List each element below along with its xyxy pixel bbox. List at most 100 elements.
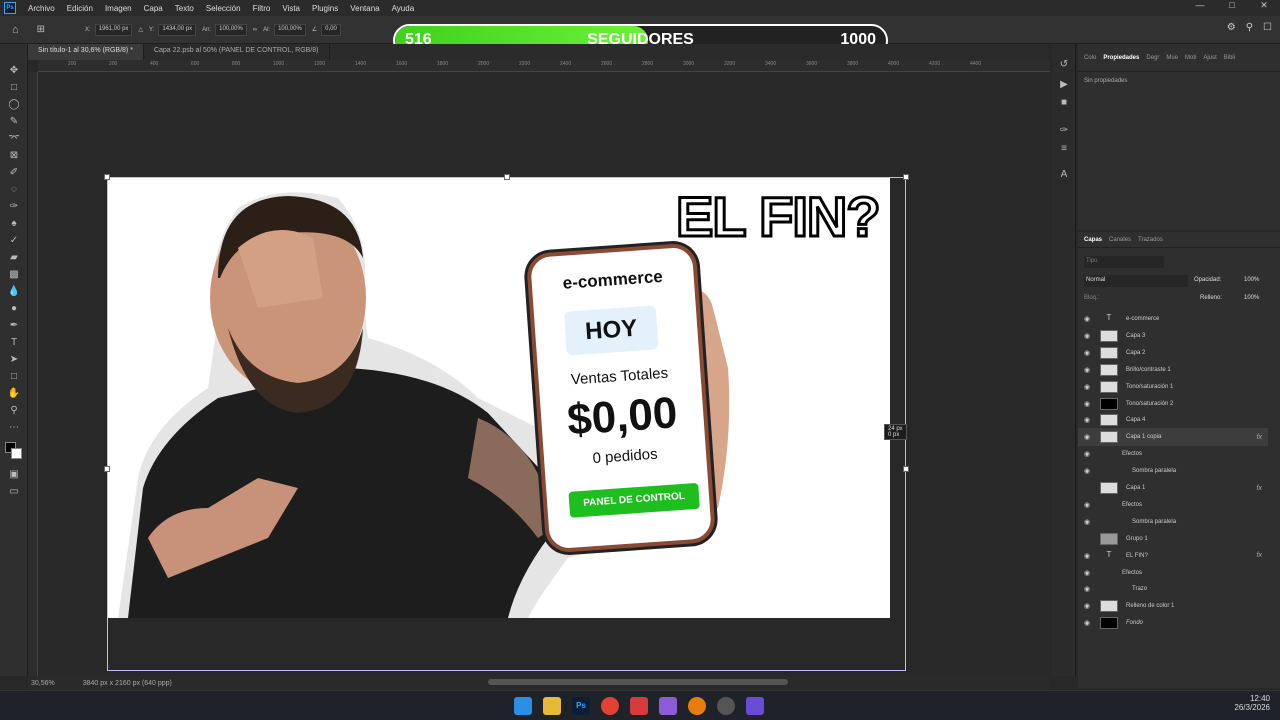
- menu-ventana[interactable]: Ventana: [344, 4, 385, 13]
- eyedropper-icon[interactable]: ✐: [7, 166, 21, 180]
- angle-field[interactable]: 0,00: [321, 23, 341, 36]
- layer-row[interactable]: ◉ Capa 4: [1078, 411, 1268, 429]
- visibility-eye-icon[interactable]: ◉: [1084, 433, 1094, 441]
- blender-icon[interactable]: [688, 697, 706, 715]
- tab-bibliotecas[interactable]: Bibli: [1224, 55, 1235, 61]
- path-select-icon[interactable]: ➤: [7, 353, 21, 367]
- tab-ajustes[interactable]: Ajust: [1203, 55, 1216, 61]
- minimize-icon[interactable]: —: [1184, 0, 1216, 11]
- fx-icon[interactable]: fx: [1257, 552, 1262, 559]
- menu-ayuda[interactable]: Ayuda: [386, 4, 421, 13]
- layer-row[interactable]: ◉ Capa 3: [1078, 327, 1268, 345]
- visibility-eye-icon[interactable]: ◉: [1084, 315, 1094, 323]
- visibility-eye-icon[interactable]: ◉: [1084, 552, 1094, 560]
- zoom-tool-icon[interactable]: ⚲: [7, 404, 21, 418]
- visibility-eye-icon[interactable]: ◉: [1084, 450, 1094, 458]
- tab-capas[interactable]: Capas: [1084, 237, 1102, 243]
- canvas-area[interactable]: EL FIN? e-commerce HOY Ventas Totales $0…: [38, 72, 1050, 676]
- tab-capa22[interactable]: Capa 22.psb al 50% (PANEL DE CONTROL, RG…: [144, 44, 330, 60]
- windows-start-icon[interactable]: [514, 697, 532, 715]
- menu-capa[interactable]: Capa: [138, 4, 169, 13]
- y-field[interactable]: 1434,00 px: [158, 23, 197, 36]
- menu-texto[interactable]: Texto: [169, 4, 200, 13]
- adjust-icon[interactable]: ≡: [1057, 142, 1071, 156]
- layer-row[interactable]: ◉ Relleno de color 1: [1078, 597, 1268, 615]
- visibility-eye-icon[interactable]: ◉: [1084, 349, 1094, 357]
- menu-filtro[interactable]: Filtro: [247, 4, 277, 13]
- quick-select-icon[interactable]: ✎: [7, 115, 21, 129]
- hand-tool-icon[interactable]: ✋: [7, 387, 21, 401]
- fx-icon[interactable]: fx: [1257, 434, 1262, 441]
- horizontal-scrollbar[interactable]: [488, 679, 788, 685]
- frame-tool-icon[interactable]: ⊠: [7, 149, 21, 163]
- tab-sin-titulo[interactable]: Sin título-1 al 30,6% (RGB/8) *: [28, 44, 144, 60]
- layer-row[interactable]: ◉ Trazo: [1078, 580, 1268, 598]
- blur-tool-icon[interactable]: 💧: [7, 285, 21, 299]
- layer-row[interactable]: ◉ T EL FIN? fx: [1078, 547, 1268, 565]
- menu-imagen[interactable]: Imagen: [99, 4, 138, 13]
- opacity-value[interactable]: 100%: [1244, 277, 1259, 283]
- tab-degradados[interactable]: Degr: [1146, 55, 1159, 61]
- type-tool-icon[interactable]: T: [7, 336, 21, 350]
- visibility-eye-icon[interactable]: ◉: [1084, 467, 1094, 475]
- menu-edicion[interactable]: Edición: [61, 4, 99, 13]
- system-clock[interactable]: 12:40 26/3/2026: [1234, 694, 1270, 712]
- visibility-eye-icon[interactable]: ◉: [1084, 518, 1094, 526]
- quick-mask-icon[interactable]: ▣: [7, 468, 21, 482]
- dodge-tool-icon[interactable]: ●: [7, 302, 21, 316]
- layer-row[interactable]: ◉ Efectos: [1078, 564, 1268, 582]
- layer-row[interactable]: ◉ Fondo: [1078, 614, 1268, 632]
- artboard[interactable]: EL FIN? e-commerce HOY Ventas Totales $0…: [108, 178, 890, 618]
- stamp-tool-icon[interactable]: ♠: [7, 217, 21, 231]
- layer-row[interactable]: ◉ Efectos: [1078, 496, 1268, 514]
- layer-row[interactable]: Grupo 1: [1078, 530, 1268, 548]
- menu-vista[interactable]: Vista: [276, 4, 306, 13]
- menu-seleccion[interactable]: Selección: [200, 4, 247, 13]
- app-icon[interactable]: [659, 697, 677, 715]
- move-tool-icon[interactable]: ✥: [7, 64, 21, 78]
- layer-row[interactable]: ◉ Capa 1 copia fx: [1078, 428, 1268, 447]
- layer-row[interactable]: ◉ Capa 2: [1078, 344, 1268, 362]
- wps-icon[interactable]: [630, 697, 648, 715]
- crop-tool-icon[interactable]: ⌤: [7, 132, 21, 146]
- share-icon[interactable]: ☐: [1263, 22, 1272, 33]
- transform-options-icon[interactable]: ⊞: [37, 24, 45, 35]
- layer-row[interactable]: ◉ Tono/saturación 1: [1078, 378, 1268, 396]
- vpn-icon[interactable]: [746, 697, 764, 715]
- healing-brush-icon[interactable]: ◌: [7, 183, 21, 197]
- tab-motivos[interactable]: Moti: [1185, 55, 1196, 61]
- layer-filter-input[interactable]: Tipo: [1084, 256, 1164, 268]
- maximize-icon[interactable]: □: [1216, 0, 1248, 11]
- file-explorer-icon[interactable]: [543, 697, 561, 715]
- height-field[interactable]: 100,00%: [274, 23, 306, 36]
- visibility-eye-icon[interactable]: ◉: [1084, 619, 1094, 627]
- lasso-tool-icon[interactable]: ◯: [7, 98, 21, 112]
- menu-plugins[interactable]: Plugins: [306, 4, 344, 13]
- fill-value[interactable]: 100%: [1244, 295, 1259, 301]
- tab-propiedades[interactable]: Propiedades: [1103, 55, 1139, 61]
- visibility-eye-icon[interactable]: ◉: [1084, 383, 1094, 391]
- blend-mode-select[interactable]: Normal: [1084, 275, 1188, 287]
- visibility-eye-icon[interactable]: ◉: [1084, 416, 1094, 424]
- history-icon[interactable]: ↺: [1057, 58, 1071, 72]
- x-field[interactable]: 1961,00 px: [94, 23, 133, 36]
- visibility-eye-icon[interactable]: ◉: [1084, 569, 1094, 577]
- zoom-level[interactable]: 30,56%: [31, 680, 55, 687]
- eraser-tool-icon[interactable]: ▰: [7, 251, 21, 265]
- visibility-eye-icon[interactable]: ◉: [1084, 332, 1094, 340]
- visibility-eye-icon[interactable]: ◉: [1084, 585, 1094, 593]
- visibility-eye-icon[interactable]: ◉: [1084, 400, 1094, 408]
- chrome-icon[interactable]: [601, 697, 619, 715]
- visibility-eye-icon[interactable]: ◉: [1084, 602, 1094, 610]
- marquee-tool-icon[interactable]: □: [7, 81, 21, 95]
- close-icon[interactable]: ✕: [1248, 0, 1280, 11]
- more-tools-icon[interactable]: ⋯: [7, 421, 21, 435]
- menu-archivo[interactable]: Archivo: [22, 4, 61, 13]
- tab-canales[interactable]: Canales: [1109, 237, 1131, 243]
- width-field[interactable]: 100,00%: [215, 23, 247, 36]
- tab-muestras[interactable]: Mue: [1166, 55, 1178, 61]
- play-icon[interactable]: ▶: [1057, 78, 1071, 92]
- tab-trazados[interactable]: Trazados: [1138, 237, 1163, 243]
- screen-mode-icon[interactable]: ▭: [7, 485, 21, 499]
- glyph-icon[interactable]: A: [1057, 168, 1071, 182]
